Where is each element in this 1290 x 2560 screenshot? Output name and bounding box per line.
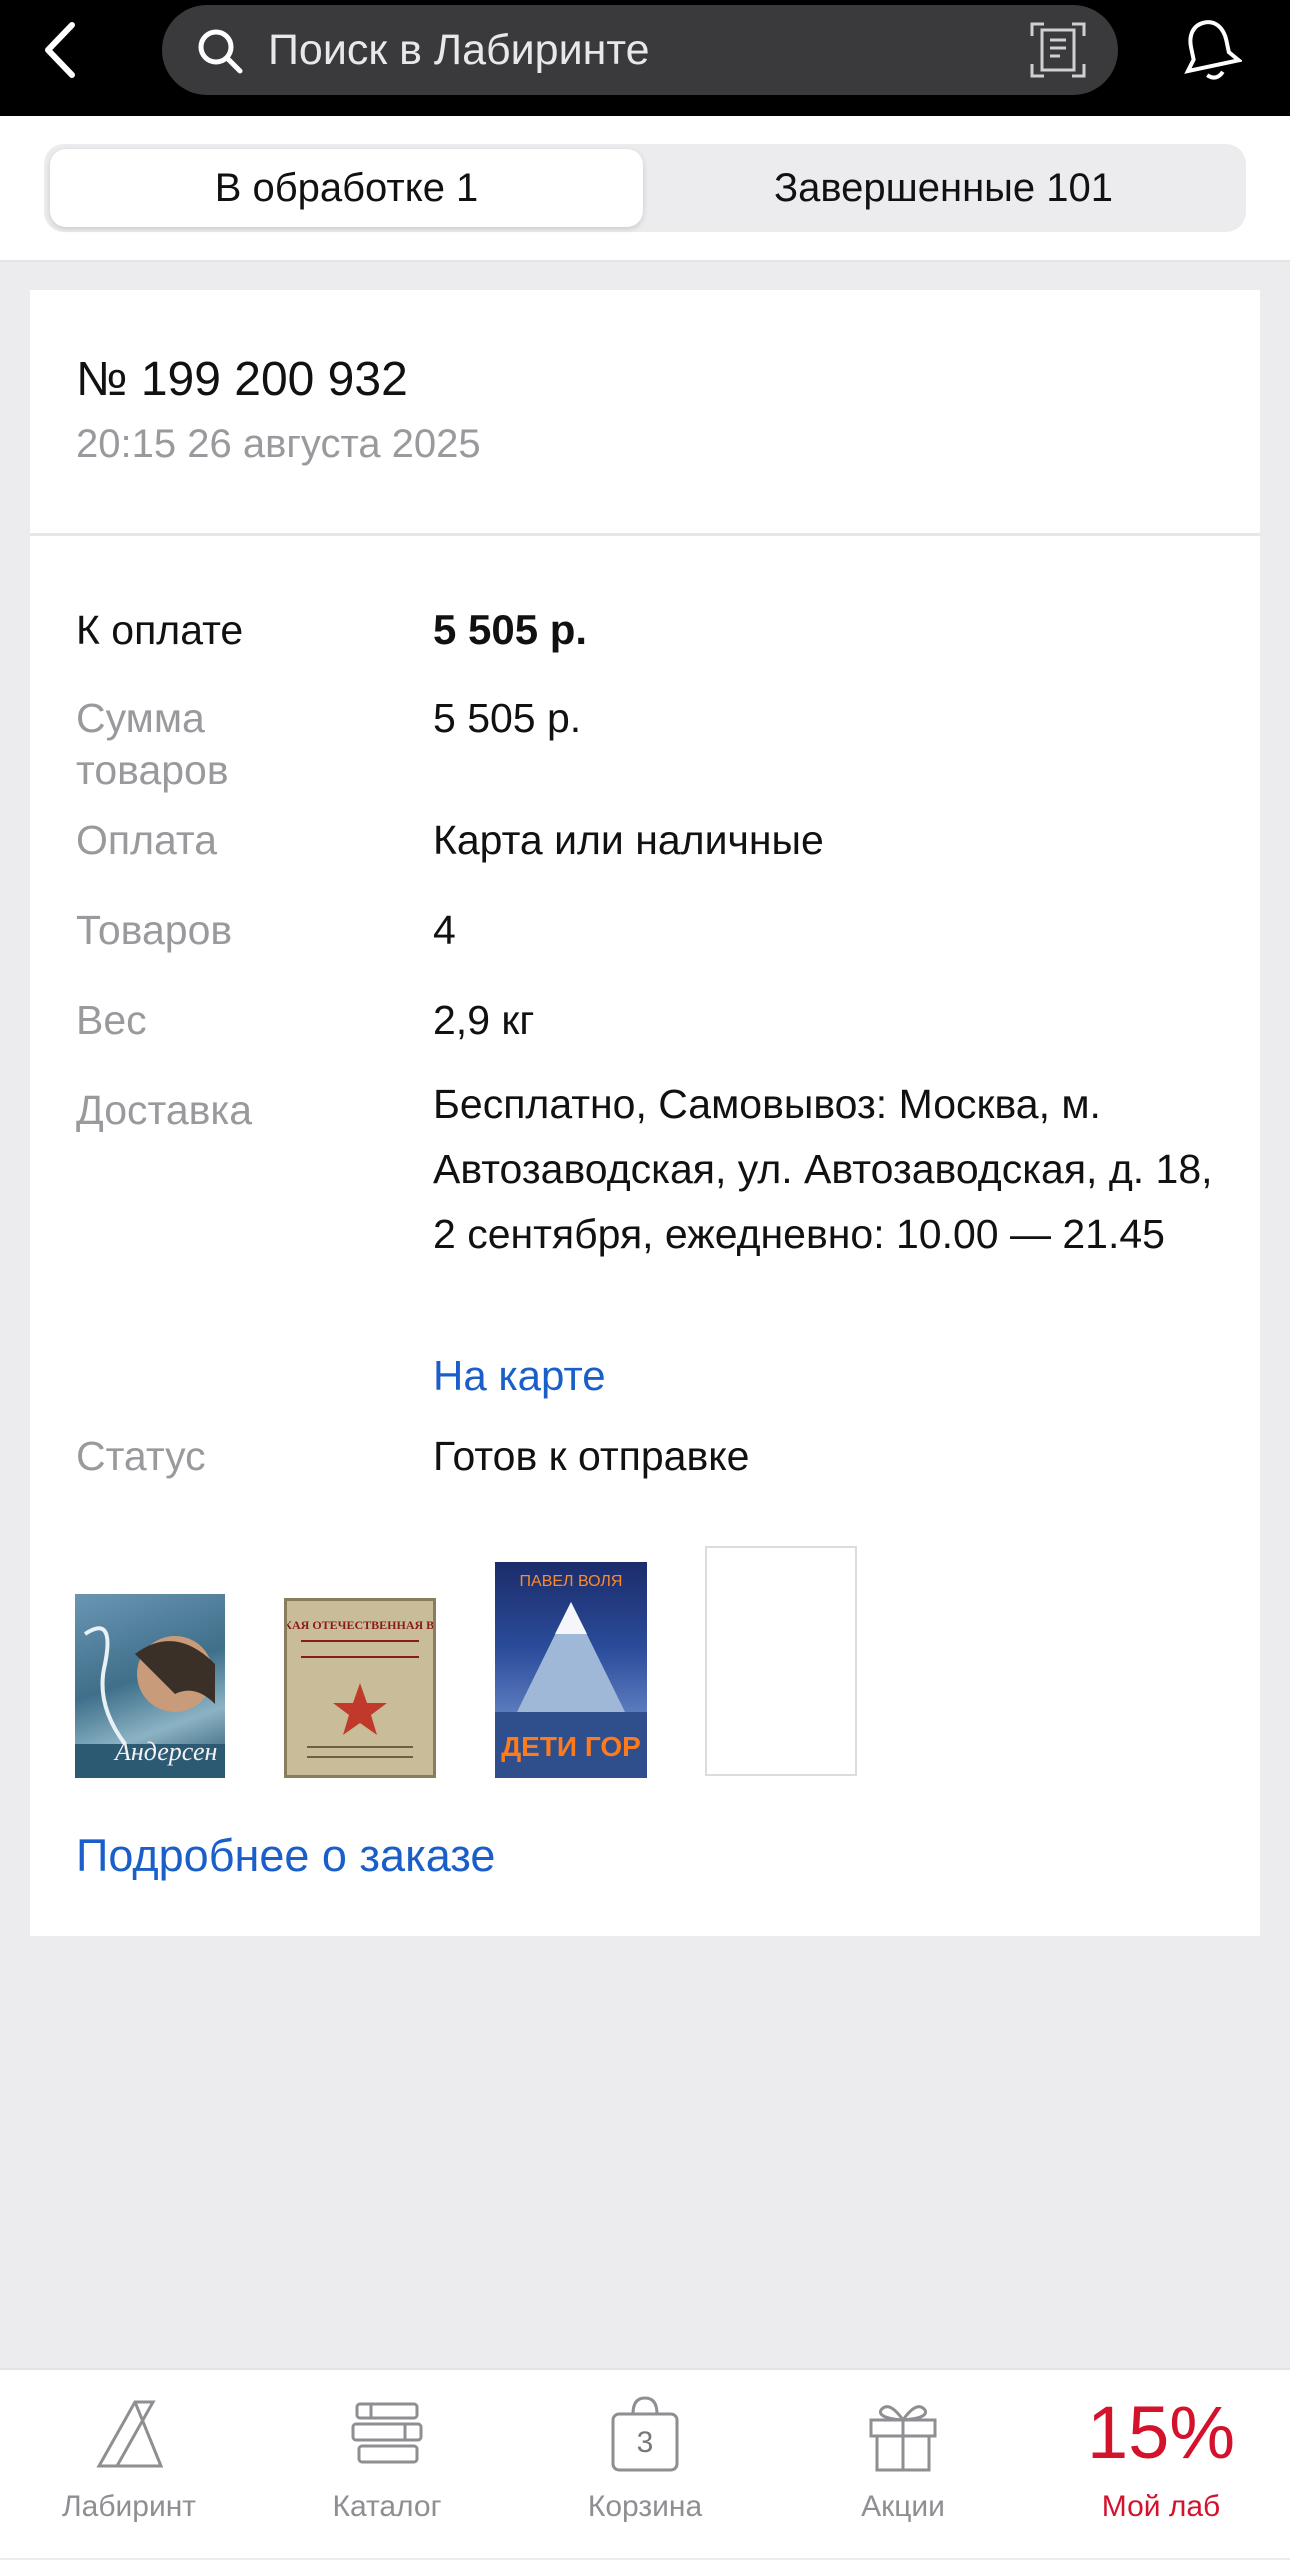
search-placeholder: Поиск в Лабиринте — [268, 26, 650, 74]
book-cover-title: ДЕТИ ГОР — [501, 1731, 641, 1762]
order-details-link[interactable]: Подробнее о заказе — [76, 1830, 495, 1882]
items-count-value: 4 — [433, 907, 456, 953]
order-status-segmented-control: В обработке 1 Завершенные 101 — [44, 144, 1246, 232]
book-cover-blank[interactable] — [705, 1546, 857, 1776]
tab-label: Акции — [861, 2490, 945, 2523]
bottom-tab-bar: Лабиринт Каталог 3 Корзина Акции 15% Мой… — [0, 2368, 1290, 2558]
status-value: Готов к отправке — [433, 1433, 750, 1479]
tab-in-processing[interactable]: В обработке 1 — [50, 149, 643, 227]
order-date: 20:15 26 августа 2025 — [76, 422, 481, 466]
weight-value: 2,9 кг — [433, 997, 535, 1043]
back-button[interactable] — [30, 18, 88, 82]
tab-completed[interactable]: Завершенные 101 — [647, 149, 1240, 227]
payment-label: Оплата — [76, 817, 218, 863]
book-cover-title: Андерсен — [113, 1737, 217, 1766]
tab-labirint[interactable]: Лабиринт — [0, 2370, 258, 2560]
order-tabs-section: В обработке 1 Завершенные 101 — [0, 116, 1290, 262]
chevron-left-icon — [45, 22, 75, 78]
tab-promo[interactable]: Акции — [774, 2370, 1032, 2560]
book-cover-art: ВЕЛИКАЯ ОТЕЧЕСТВЕННАЯ ВОЙНА — [287, 1618, 433, 1758]
delivery-label: Доставка — [76, 1087, 253, 1133]
tab-mylab[interactable]: 15% Мой лаб — [1032, 2370, 1290, 2560]
book-cover-author: ПАВЕЛ ВОЛЯ — [520, 1573, 623, 1590]
weight-label: Вес — [76, 997, 147, 1043]
bell-icon[interactable] — [1178, 14, 1242, 84]
sum-value: 5 505 р. — [433, 695, 582, 741]
book-cover-art: Андерсен — [75, 1626, 225, 1778]
barcode-scan-icon[interactable] — [1028, 20, 1088, 80]
to-pay-label: К оплате — [76, 607, 244, 653]
tab-label: Лабиринт — [61, 2490, 197, 2523]
tab-label: Каталог — [332, 2490, 442, 2523]
payment-value: Карта или наличные — [433, 817, 824, 863]
tab-catalog[interactable]: Каталог — [258, 2370, 516, 2560]
sum-label: Сумма товаров — [76, 695, 229, 793]
delivery-value: Бесплатно, Самовывоз: Москва, м. Автозав… — [433, 1081, 1213, 1257]
book-cover-title: ВЕЛИКАЯ ОТЕЧЕСТВЕННАЯ ВОЙНА — [287, 1618, 433, 1632]
items-count-label: Товаров — [76, 907, 233, 953]
cart-count-badge: 3 — [636, 2426, 654, 2459]
book-cover-deti-gor[interactable]: ПАВЕЛ ВОЛЯ ДЕТИ ГОР — [495, 1562, 647, 1778]
search-icon — [198, 29, 243, 74]
books-stack-icon — [351, 2402, 423, 2464]
order-number: № 199 200 932 — [76, 353, 408, 406]
on-map-link[interactable]: На карте — [433, 1350, 606, 1402]
search-input[interactable]: Поиск в Лабиринте — [162, 5, 1118, 95]
cart-bag-icon: 3 — [605, 2394, 685, 2474]
book-cover-great-patriotic-war[interactable]: ВЕЛИКАЯ ОТЕЧЕСТВЕННАЯ ВОЙНА — [284, 1598, 436, 1778]
top-bar: Поиск в Лабиринте — [0, 0, 1290, 116]
tab-label: Корзина — [587, 2490, 703, 2523]
tab-label: Мой лаб — [1101, 2490, 1221, 2523]
mylab-discount-value: 15% — [1086, 2391, 1236, 2474]
order-header: № 199 200 932 20:15 26 августа 2025 — [30, 290, 1260, 536]
book-cover-andersen[interactable]: Андерсен — [75, 1594, 225, 1778]
labirint-logo-icon — [96, 2400, 164, 2468]
order-card: № 199 200 932 20:15 26 августа 2025 К оп… — [30, 290, 1260, 1936]
status-label: Статус — [76, 1433, 206, 1479]
book-cover-art: ПАВЕЛ ВОЛЯ ДЕТИ ГОР — [495, 1573, 647, 1778]
to-pay-value: 5 505 р. — [433, 606, 588, 653]
gift-icon — [869, 2405, 937, 2472]
tab-cart[interactable]: 3 Корзина — [516, 2370, 774, 2560]
